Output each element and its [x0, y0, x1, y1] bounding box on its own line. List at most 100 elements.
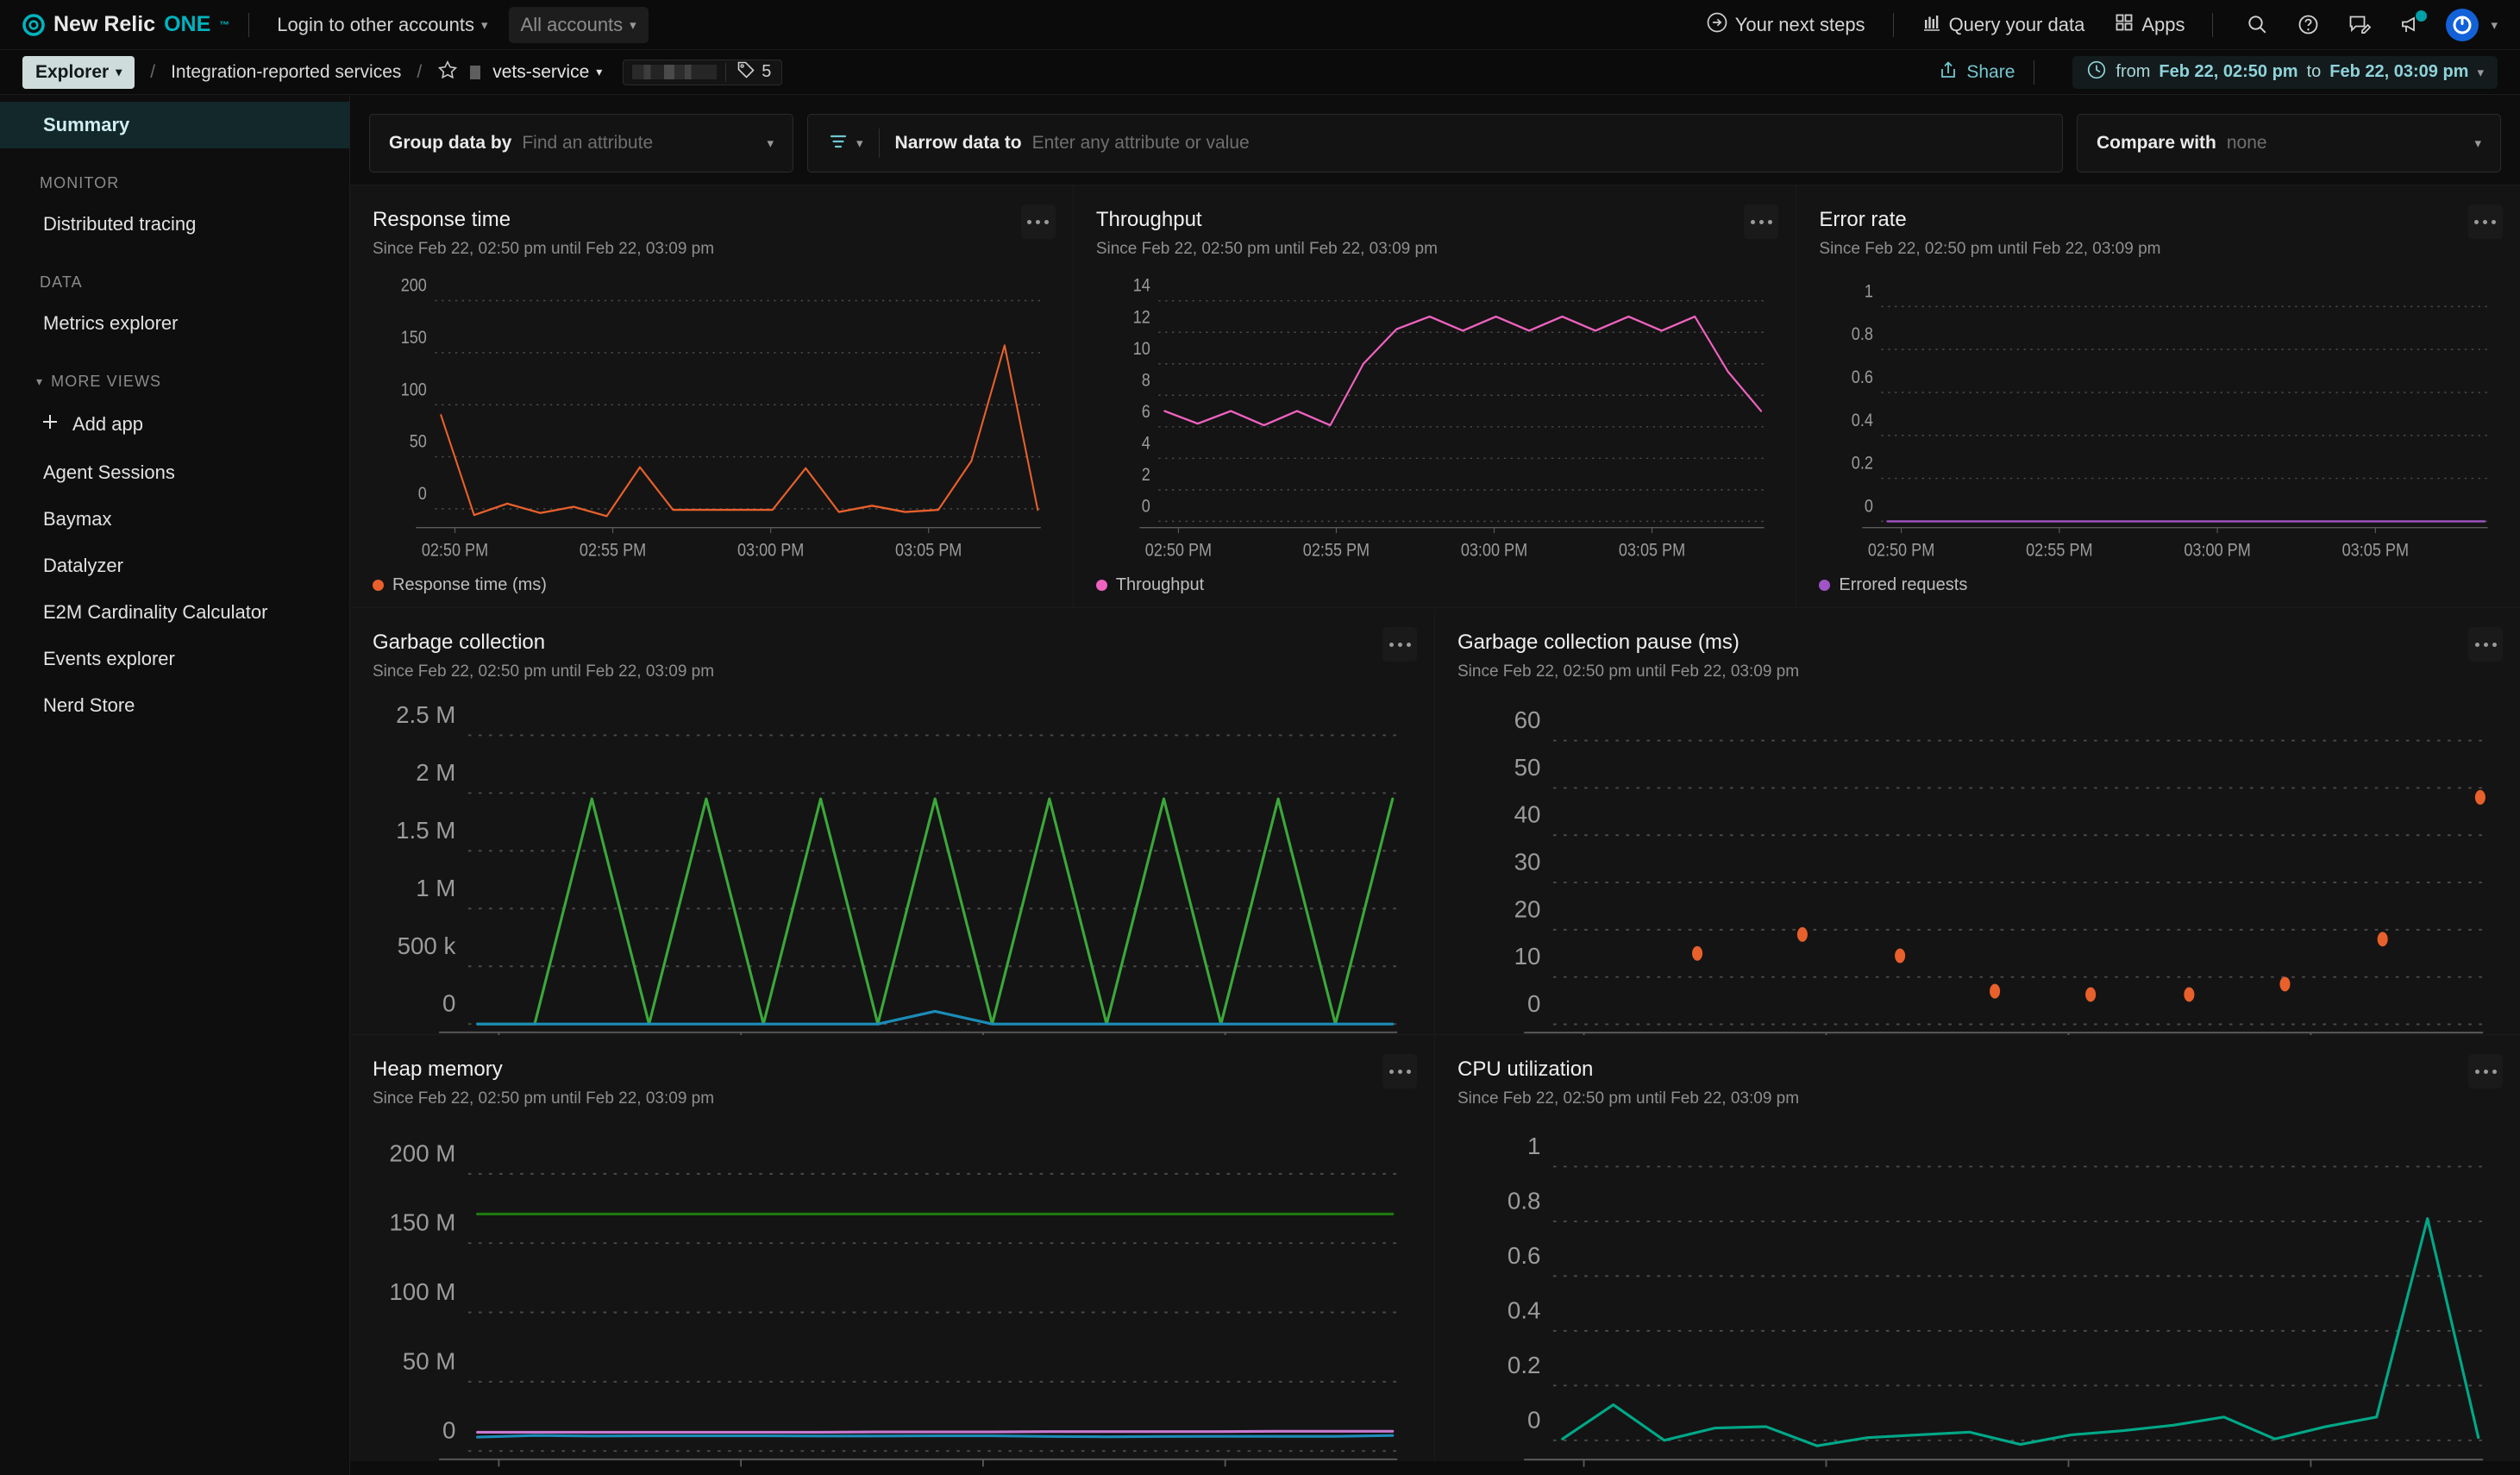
svg-text:0: 0: [1142, 496, 1150, 517]
sidebar-item-summary[interactable]: Summary: [0, 102, 349, 148]
chart-plot-area[interactable]: 0 50 100 150 200 02:50 PM 02:55 PM 03:00 PM 03:0…: [373, 271, 1050, 570]
legend-item-response-time-ms[interactable]: Response time (ms): [373, 575, 547, 595]
chart-row-2: Garbage collection Since Feb 22, 02:50 pm…: [350, 607, 2520, 1113]
narrow-data-to-input[interactable]: Enter any attribute or value: [1032, 133, 1250, 154]
svg-text:150 M: 150 M: [389, 1209, 455, 1236]
svg-text:03:05 PM: 03:05 PM: [2342, 540, 2409, 561]
chart-plot-area[interactable]: 0 2 4 6 8 10 12 14 02:50 PM 02:55 PM 03:00 PM 03:05…: [1096, 271, 1774, 570]
time-from-value: Feb 22, 02:50 pm: [2159, 62, 2298, 81]
legend-item-throughput[interactable]: Throughput: [1095, 575, 1204, 595]
svg-text:0: 0: [1527, 990, 1540, 1017]
filter-type-selector[interactable]: ▾: [827, 130, 863, 157]
chart-subtitle: Since Feb 22, 02:50 pm until Feb 22, 03:…: [1095, 240, 1438, 258]
entity-guid-chip[interactable]: 5: [623, 59, 783, 85]
sidebar-item-e2m-cardinality-calculator[interactable]: E2M Cardinality Calculator: [0, 589, 349, 636]
all-accounts-menu[interactable]: All accounts ▾: [508, 6, 649, 43]
chart-plot-area[interactable]: 0500 k1 M1.5 M2 M2.5 M02:50 PM02:55 PM03…: [373, 694, 1412, 1089]
sidebar-item-metrics-explorer[interactable]: Metrics explorer: [0, 300, 349, 347]
group-data-by-field[interactable]: Group data by Find an attribute ▾: [369, 114, 793, 173]
svg-text:40: 40: [1514, 801, 1541, 828]
share-icon: [1938, 60, 1959, 85]
help-icon[interactable]: [2297, 13, 2320, 36]
svg-text:02:50 PM: 02:50 PM: [422, 540, 488, 561]
sidebar-item-distributed-tracing[interactable]: Distributed tracing: [0, 201, 349, 248]
chart-options-menu-button[interactable]: [2467, 204, 2503, 239]
sidebar-item-nerd-store[interactable]: Nerd Store: [0, 682, 349, 729]
service-name-dropdown[interactable]: vets-service ▾: [492, 62, 602, 83]
svg-text:02:50 PM: 02:50 PM: [1868, 540, 1934, 561]
sidebar-item-baymax[interactable]: Baymax: [0, 496, 349, 543]
svg-text:0: 0: [442, 1417, 455, 1444]
chart-options-menu-button[interactable]: [1382, 1054, 1417, 1089]
svg-text:50: 50: [1514, 754, 1541, 781]
chart-subtitle: Since Feb 22, 02:50 pm until Feb 22, 03:…: [373, 240, 715, 258]
plus-icon: [40, 411, 60, 437]
notification-badge: [2416, 9, 2428, 22]
newrelic-logo-icon: [22, 13, 45, 36]
svg-text:02:55 PM: 02:55 PM: [1303, 540, 1370, 561]
chevron-down-icon: ▾: [2477, 65, 2484, 80]
chart-row-3: Heap memory Since Feb 22, 02:50 pm until …: [350, 1034, 2520, 1467]
svg-text:14: 14: [1133, 276, 1150, 297]
apps-label: Apps: [2141, 13, 2185, 35]
group-data-by-placeholder: Find an attribute: [522, 133, 654, 153]
chart-plot-area[interactable]: 00.20.40.60.8102:50 PM02:55 PM03:00 PM03…: [1819, 271, 2498, 570]
sidebar-item-agent-sessions[interactable]: Agent Sessions: [0, 449, 349, 496]
filter-divider: [878, 129, 880, 158]
favorite-star-icon[interactable]: [437, 60, 458, 85]
tags-count-button[interactable]: 5: [726, 60, 781, 85]
sidebar-heading-more-views[interactable]: ▾ MORE VIEWS: [0, 347, 349, 399]
sidebar-item-datalyzer[interactable]: Datalyzer: [0, 543, 349, 589]
search-icon[interactable]: [2246, 13, 2269, 36]
brand-trademark: ™: [219, 18, 230, 31]
svg-text:0.8: 0.8: [1852, 324, 1873, 345]
svg-text:100: 100: [401, 380, 427, 400]
sidebar-item-add-app[interactable]: Add app: [0, 399, 349, 449]
sidebar-item-events-explorer[interactable]: Events explorer: [0, 636, 349, 682]
chevron-down-icon[interactable]: ▾: [2491, 17, 2498, 33]
feedback-icon[interactable]: [2348, 13, 2372, 37]
login-other-accounts-menu[interactable]: Login to other accounts ▾: [268, 9, 496, 41]
your-next-steps-button[interactable]: Your next steps: [1697, 6, 1874, 44]
svg-text:50 M: 50 M: [403, 1347, 456, 1374]
login-other-accounts-label: Login to other accounts: [277, 13, 475, 35]
chart-options-menu-button[interactable]: [2468, 627, 2503, 662]
narrow-data-to-field[interactable]: ▾ Narrow data to Enter any attribute or …: [807, 114, 2063, 173]
chart-plot-area[interactable]: 010203040506002:50 PM02:55 PM03:00 PM03:…: [1457, 694, 2498, 1089]
chart-plot-area[interactable]: 00.20.40.60.8102:50 PM02:55 PM03:00 PM03…: [1457, 1120, 2498, 1475]
compare-with-field[interactable]: Compare with none ▾: [2077, 114, 2501, 173]
chart-plot-area[interactable]: 050 M100 M150 M200 M02:50 PM02:55 PM03:0…: [373, 1120, 1412, 1475]
legend-color-dot: [373, 580, 384, 591]
time-range-picker[interactable]: from Feb 22, 02:50 pm to Feb 22, 03:09 p…: [2072, 55, 2498, 89]
chart-options-menu-button[interactable]: [2468, 1054, 2503, 1089]
chart-options-menu-button[interactable]: [1744, 204, 1779, 239]
chart-card-throughput: Throughput Since Feb 22, 02:50 pm until F…: [1073, 185, 1797, 607]
chart-title: Heap memory: [373, 1058, 503, 1081]
user-avatar[interactable]: [2446, 8, 2479, 41]
chart-options-menu-button[interactable]: [1020, 204, 1056, 239]
query-your-data-button[interactable]: Query your data: [1913, 7, 2094, 43]
svg-text:1 M: 1 M: [416, 875, 455, 901]
brand-logo-newrelic-one[interactable]: New Relic ONE ™: [22, 12, 229, 37]
top-navigation-bar: New Relic ONE ™ Login to other accounts …: [0, 0, 2520, 50]
apps-button[interactable]: Apps: [2105, 7, 2193, 43]
svg-text:0.6: 0.6: [1508, 1242, 1541, 1269]
svg-text:0.6: 0.6: [1852, 367, 1873, 388]
svg-text:12: 12: [1133, 307, 1150, 328]
announcement-icon[interactable]: [2399, 9, 2428, 37]
chart-title: Garbage collection: [373, 631, 546, 654]
share-button[interactable]: Share: [1938, 60, 2015, 85]
legend-item-errored-requests[interactable]: Errored requests: [1819, 575, 1967, 595]
chart-card-garbage-collection-pause: Garbage collection pause (ms) Since Feb 2…: [1435, 608, 2520, 1113]
svg-text:03:05 PM: 03:05 PM: [1619, 540, 1685, 561]
legend-color-dot: [1095, 580, 1107, 591]
svg-text:200: 200: [401, 275, 427, 296]
sidebar-heading-data: DATA: [40, 273, 83, 291]
breadcrumb-parent-link[interactable]: Integration-reported services: [171, 62, 401, 83]
explorer-dropdown-button[interactable]: Explorer ▾: [22, 55, 135, 89]
time-mid: to: [2306, 62, 2322, 81]
clock-icon: [2086, 60, 2107, 85]
nav-divider-1: [248, 12, 250, 37]
svg-text:1: 1: [1865, 281, 1873, 302]
chart-options-menu-button[interactable]: [1382, 627, 1417, 662]
